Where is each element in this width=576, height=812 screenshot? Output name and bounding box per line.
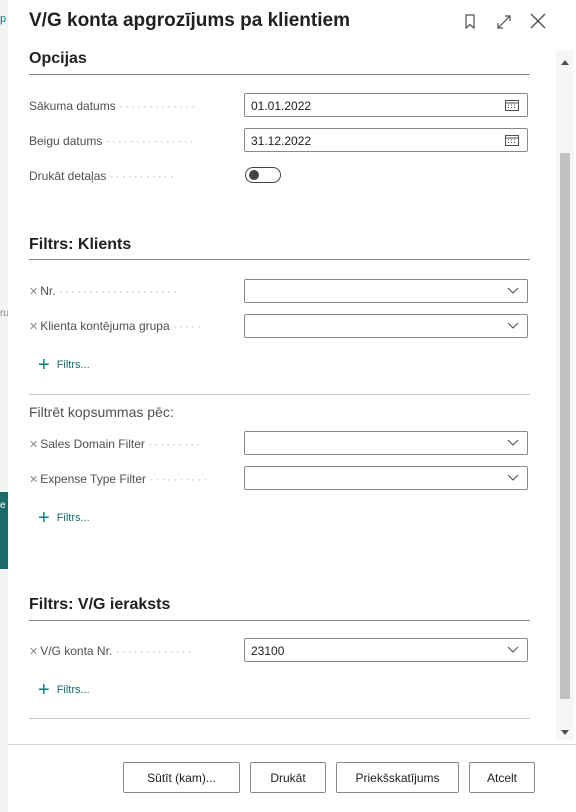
options-heading: Opcijas (29, 50, 87, 67)
scroll-up-arrow-icon[interactable] (561, 60, 569, 65)
background-link-fragment: p (0, 13, 7, 25)
title-actions (460, 10, 548, 32)
customer-no-label: ✕ Nr. ···················· (29, 284, 179, 298)
start-date-label: Sākuma datums ············· (29, 99, 198, 113)
options-divider (29, 74, 530, 75)
remove-filter-icon[interactable]: ✕ (29, 474, 38, 486)
add-filter-label: Filtrs... (56, 359, 90, 371)
customer-filter-divider (29, 259, 530, 260)
end-date-value: 31.12.2022 (251, 134, 312, 148)
report-request-dialog: V/G konta apgrozījums pa klientiem Opcij… (8, 0, 576, 812)
close-icon[interactable] (528, 10, 548, 32)
start-date-field[interactable]: 01.01.2022 (244, 93, 528, 117)
background-text-fragment: ru (0, 308, 8, 319)
vertical-scrollbar[interactable] (556, 50, 574, 740)
customer-add-filter-link[interactable]: + Filtrs... (38, 354, 90, 376)
customer-no-field[interactable] (244, 279, 528, 303)
plus-icon: + (38, 354, 50, 376)
background-teal-text-fragment: e (0, 500, 6, 511)
chevron-down-icon[interactable] (507, 646, 519, 654)
scroll-down-arrow-icon[interactable] (561, 730, 569, 735)
dialog-title: V/G konta apgrozījums pa klientiem (29, 10, 350, 31)
plus-icon: + (38, 507, 50, 529)
chevron-down-icon[interactable] (507, 474, 519, 482)
footer-divider (8, 744, 576, 745)
calendar-icon[interactable] (505, 134, 519, 146)
calendar-icon[interactable] (505, 99, 519, 111)
bottom-section-divider (29, 718, 530, 719)
customer-posting-group-field[interactable] (244, 314, 528, 338)
start-date-value: 01.01.2022 (251, 99, 312, 113)
customer-filter-heading: Filtrs: Klients (29, 236, 132, 253)
print-button[interactable]: Drukāt (250, 762, 326, 793)
totals-divider (29, 394, 530, 395)
expense-type-filter-field[interactable] (244, 466, 528, 490)
gl-entry-filter-divider (29, 620, 530, 621)
add-filter-label: Filtrs... (56, 684, 90, 696)
gl-account-no-field[interactable]: 23100 (244, 638, 528, 662)
toggle-knob (249, 170, 259, 180)
gl-entry-filter-heading: Filtrs: V/G ieraksts (29, 596, 171, 613)
print-details-toggle[interactable] (245, 167, 281, 183)
totals-add-filter-link[interactable]: + Filtrs... (38, 507, 90, 529)
remove-filter-icon[interactable]: ✕ (29, 439, 38, 451)
chevron-down-icon[interactable] (507, 439, 519, 447)
customer-posting-group-label: ✕ Klienta kontējuma grupa ····· (29, 319, 203, 333)
plus-icon: + (38, 679, 50, 701)
chevron-down-icon[interactable] (507, 322, 519, 330)
remove-filter-icon[interactable]: ✕ (29, 286, 38, 298)
add-filter-label: Filtrs... (56, 512, 90, 524)
print-details-label: Drukāt detaļas ··········· (29, 169, 176, 183)
preview-button[interactable]: Priekšskatījums (336, 762, 459, 793)
gl-account-no-label: ✕ V/G konta Nr. ············· (29, 644, 194, 658)
send-to-button[interactable]: Sūtīt (kam)... (123, 762, 240, 793)
background-page-edge: p ru e (0, 0, 8, 812)
cancel-button[interactable]: Atcelt (469, 762, 535, 793)
gl-entry-add-filter-link[interactable]: + Filtrs... (38, 679, 90, 701)
sales-domain-filter-label: ✕ Sales Domain Filter ········· (29, 437, 203, 451)
sales-domain-filter-field[interactable] (244, 431, 528, 455)
remove-filter-icon[interactable]: ✕ (29, 646, 38, 658)
chevron-down-icon[interactable] (507, 287, 519, 295)
totals-filter-heading: Filtrēt kopsummas pēc: (29, 404, 174, 420)
end-date-field[interactable]: 31.12.2022 (244, 128, 528, 152)
bookmark-icon[interactable] (460, 10, 480, 32)
gl-account-no-value: 23100 (251, 644, 285, 658)
expand-icon[interactable] (494, 10, 514, 32)
scrollbar-thumb[interactable] (560, 153, 570, 699)
end-date-label: Beigu datums ··············· (29, 134, 196, 148)
expense-type-filter-label: ✕ Expense Type Filter ·········· (29, 472, 210, 486)
remove-filter-icon[interactable]: ✕ (29, 321, 38, 333)
